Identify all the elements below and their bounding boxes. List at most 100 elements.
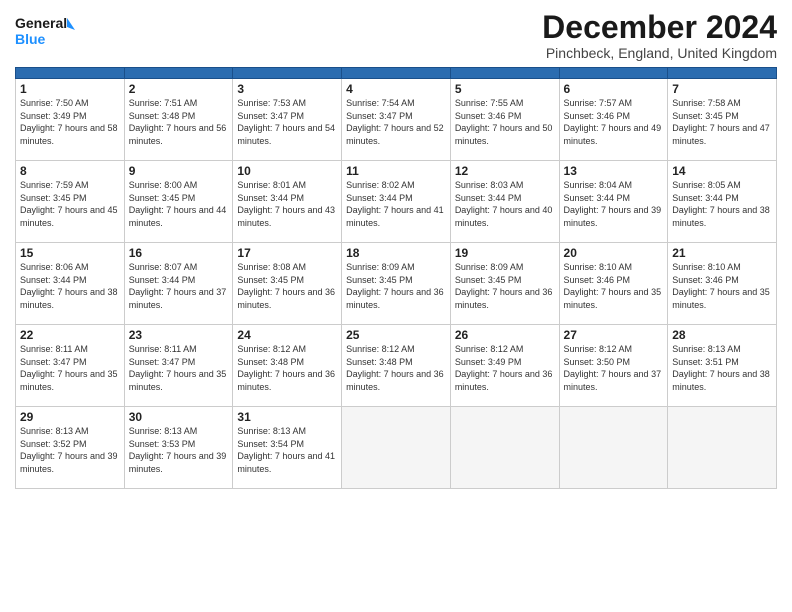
day-info: Sunrise: 8:12 AM Sunset: 3:48 PM Dayligh…	[346, 343, 446, 393]
day-info: Sunrise: 8:11 AM Sunset: 3:47 PM Dayligh…	[20, 343, 120, 393]
day-info: Sunrise: 8:10 AM Sunset: 3:46 PM Dayligh…	[672, 261, 772, 311]
day-number: 10	[237, 164, 337, 178]
day-number: 28	[672, 328, 772, 342]
calendar-cell: 27 Sunrise: 8:12 AM Sunset: 3:50 PM Dayl…	[559, 325, 668, 407]
calendar-cell	[450, 407, 559, 489]
day-info: Sunrise: 8:04 AM Sunset: 3:44 PM Dayligh…	[564, 179, 664, 229]
day-info: Sunrise: 7:57 AM Sunset: 3:46 PM Dayligh…	[564, 97, 664, 147]
calendar-cell: 15 Sunrise: 8:06 AM Sunset: 3:44 PM Dayl…	[16, 243, 125, 325]
day-number: 2	[129, 82, 229, 96]
col-sunday	[16, 68, 125, 79]
col-friday	[559, 68, 668, 79]
day-number: 5	[455, 82, 555, 96]
day-info: Sunrise: 8:09 AM Sunset: 3:45 PM Dayligh…	[455, 261, 555, 311]
day-info: Sunrise: 8:12 AM Sunset: 3:48 PM Dayligh…	[237, 343, 337, 393]
day-number: 17	[237, 246, 337, 260]
calendar-cell	[559, 407, 668, 489]
calendar-cell: 25 Sunrise: 8:12 AM Sunset: 3:48 PM Dayl…	[342, 325, 451, 407]
calendar-cell: 30 Sunrise: 8:13 AM Sunset: 3:53 PM Dayl…	[124, 407, 233, 489]
day-number: 14	[672, 164, 772, 178]
day-number: 6	[564, 82, 664, 96]
day-info: Sunrise: 8:02 AM Sunset: 3:44 PM Dayligh…	[346, 179, 446, 229]
calendar-cell: 2 Sunrise: 7:51 AM Sunset: 3:48 PM Dayli…	[124, 79, 233, 161]
day-number: 21	[672, 246, 772, 260]
day-number: 16	[129, 246, 229, 260]
day-number: 22	[20, 328, 120, 342]
week-row: 15 Sunrise: 8:06 AM Sunset: 3:44 PM Dayl…	[16, 243, 777, 325]
calendar-cell: 8 Sunrise: 7:59 AM Sunset: 3:45 PM Dayli…	[16, 161, 125, 243]
day-info: Sunrise: 8:10 AM Sunset: 3:46 PM Dayligh…	[564, 261, 664, 311]
calendar-cell: 11 Sunrise: 8:02 AM Sunset: 3:44 PM Dayl…	[342, 161, 451, 243]
title-area: December 2024 Pinchbeck, England, United…	[542, 10, 777, 61]
calendar-cell: 24 Sunrise: 8:12 AM Sunset: 3:48 PM Dayl…	[233, 325, 342, 407]
calendar-cell	[668, 407, 777, 489]
week-row: 8 Sunrise: 7:59 AM Sunset: 3:45 PM Dayli…	[16, 161, 777, 243]
calendar-cell: 21 Sunrise: 8:10 AM Sunset: 3:46 PM Dayl…	[668, 243, 777, 325]
day-info: Sunrise: 8:08 AM Sunset: 3:45 PM Dayligh…	[237, 261, 337, 311]
calendar-cell: 1 Sunrise: 7:50 AM Sunset: 3:49 PM Dayli…	[16, 79, 125, 161]
col-saturday	[668, 68, 777, 79]
day-number: 23	[129, 328, 229, 342]
calendar-cell: 4 Sunrise: 7:54 AM Sunset: 3:47 PM Dayli…	[342, 79, 451, 161]
day-info: Sunrise: 8:05 AM Sunset: 3:44 PM Dayligh…	[672, 179, 772, 229]
day-info: Sunrise: 8:07 AM Sunset: 3:44 PM Dayligh…	[129, 261, 229, 311]
calendar-cell: 6 Sunrise: 7:57 AM Sunset: 3:46 PM Dayli…	[559, 79, 668, 161]
day-number: 4	[346, 82, 446, 96]
calendar-cell: 18 Sunrise: 8:09 AM Sunset: 3:45 PM Dayl…	[342, 243, 451, 325]
calendar-cell: 5 Sunrise: 7:55 AM Sunset: 3:46 PM Dayli…	[450, 79, 559, 161]
day-number: 19	[455, 246, 555, 260]
day-number: 27	[564, 328, 664, 342]
day-info: Sunrise: 7:53 AM Sunset: 3:47 PM Dayligh…	[237, 97, 337, 147]
day-info: Sunrise: 8:12 AM Sunset: 3:50 PM Dayligh…	[564, 343, 664, 393]
col-monday	[124, 68, 233, 79]
day-number: 18	[346, 246, 446, 260]
day-info: Sunrise: 8:03 AM Sunset: 3:44 PM Dayligh…	[455, 179, 555, 229]
header: General Blue December 2024 Pinchbeck, En…	[15, 10, 777, 61]
svg-text:Blue: Blue	[15, 31, 46, 47]
day-info: Sunrise: 8:13 AM Sunset: 3:54 PM Dayligh…	[237, 425, 337, 475]
calendar-cell: 29 Sunrise: 8:13 AM Sunset: 3:52 PM Dayl…	[16, 407, 125, 489]
header-row	[16, 68, 777, 79]
calendar-cell: 17 Sunrise: 8:08 AM Sunset: 3:45 PM Dayl…	[233, 243, 342, 325]
day-number: 26	[455, 328, 555, 342]
col-wednesday	[342, 68, 451, 79]
calendar-cell: 13 Sunrise: 8:04 AM Sunset: 3:44 PM Dayl…	[559, 161, 668, 243]
day-info: Sunrise: 8:13 AM Sunset: 3:51 PM Dayligh…	[672, 343, 772, 393]
calendar-cell: 3 Sunrise: 7:53 AM Sunset: 3:47 PM Dayli…	[233, 79, 342, 161]
month-title: December 2024	[542, 10, 777, 45]
logo-svg: General Blue	[15, 10, 75, 55]
day-info: Sunrise: 8:09 AM Sunset: 3:45 PM Dayligh…	[346, 261, 446, 311]
svg-text:General: General	[15, 15, 67, 31]
day-number: 12	[455, 164, 555, 178]
day-number: 7	[672, 82, 772, 96]
week-row: 22 Sunrise: 8:11 AM Sunset: 3:47 PM Dayl…	[16, 325, 777, 407]
day-info: Sunrise: 8:13 AM Sunset: 3:53 PM Dayligh…	[129, 425, 229, 475]
calendar-cell: 22 Sunrise: 8:11 AM Sunset: 3:47 PM Dayl…	[16, 325, 125, 407]
day-info: Sunrise: 8:11 AM Sunset: 3:47 PM Dayligh…	[129, 343, 229, 393]
calendar-cell: 9 Sunrise: 8:00 AM Sunset: 3:45 PM Dayli…	[124, 161, 233, 243]
day-number: 25	[346, 328, 446, 342]
calendar-table: 1 Sunrise: 7:50 AM Sunset: 3:49 PM Dayli…	[15, 67, 777, 489]
day-info: Sunrise: 8:00 AM Sunset: 3:45 PM Dayligh…	[129, 179, 229, 229]
col-tuesday	[233, 68, 342, 79]
calendar-cell: 12 Sunrise: 8:03 AM Sunset: 3:44 PM Dayl…	[450, 161, 559, 243]
calendar-cell	[342, 407, 451, 489]
calendar-cell: 28 Sunrise: 8:13 AM Sunset: 3:51 PM Dayl…	[668, 325, 777, 407]
day-number: 31	[237, 410, 337, 424]
page: General Blue December 2024 Pinchbeck, En…	[0, 0, 792, 612]
calendar-cell: 10 Sunrise: 8:01 AM Sunset: 3:44 PM Dayl…	[233, 161, 342, 243]
day-number: 20	[564, 246, 664, 260]
week-row: 1 Sunrise: 7:50 AM Sunset: 3:49 PM Dayli…	[16, 79, 777, 161]
logo: General Blue	[15, 10, 75, 55]
day-info: Sunrise: 8:12 AM Sunset: 3:49 PM Dayligh…	[455, 343, 555, 393]
day-info: Sunrise: 8:06 AM Sunset: 3:44 PM Dayligh…	[20, 261, 120, 311]
day-number: 24	[237, 328, 337, 342]
subtitle: Pinchbeck, England, United Kingdom	[542, 45, 777, 61]
day-info: Sunrise: 8:01 AM Sunset: 3:44 PM Dayligh…	[237, 179, 337, 229]
day-number: 11	[346, 164, 446, 178]
day-number: 29	[20, 410, 120, 424]
day-number: 9	[129, 164, 229, 178]
day-info: Sunrise: 7:51 AM Sunset: 3:48 PM Dayligh…	[129, 97, 229, 147]
calendar-cell: 26 Sunrise: 8:12 AM Sunset: 3:49 PM Dayl…	[450, 325, 559, 407]
calendar-cell: 7 Sunrise: 7:58 AM Sunset: 3:45 PM Dayli…	[668, 79, 777, 161]
